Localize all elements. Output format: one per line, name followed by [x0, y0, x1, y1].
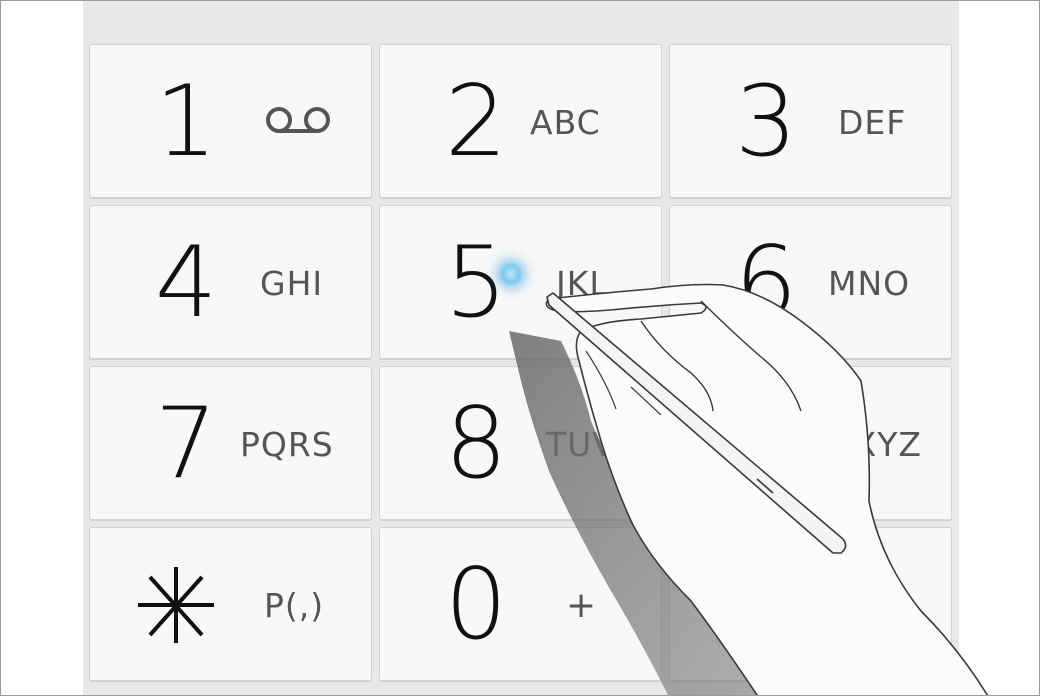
- key-letters: MNO: [828, 264, 911, 303]
- key-6[interactable]: 6 MNO: [669, 205, 952, 359]
- key-4[interactable]: 4 GHI: [89, 205, 372, 359]
- screen-frame: 1 2 ABC 3 DEF 4 GHI 5 JKL 6 MNO 7 PQRS 8…: [0, 0, 1040, 696]
- key-digit: 5: [444, 226, 507, 340]
- key-letters: PQRS: [240, 425, 334, 464]
- key-digit: 0: [444, 548, 507, 662]
- key-letters: P(,): [264, 586, 325, 625]
- key-digit: 8: [444, 387, 507, 501]
- dialpad-keypad: 1 2 ABC 3 DEF 4 GHI 5 JKL 6 MNO 7 PQRS 8…: [89, 44, 953, 681]
- key-hash[interactable]: [669, 527, 952, 681]
- hash-icon: [726, 571, 794, 649]
- key-digit: 3: [734, 65, 797, 179]
- key-2[interactable]: 2 ABC: [379, 44, 662, 198]
- key-digit: 1: [154, 65, 217, 179]
- key-letters: JKL: [556, 264, 609, 303]
- key-letters: DEF: [838, 103, 907, 142]
- pen-tap-indicator: [498, 261, 524, 287]
- key-letters: TUV: [546, 425, 616, 464]
- key-9[interactable]: 9 WXYZ: [669, 366, 952, 520]
- key-letters: ABC: [530, 103, 601, 142]
- key-8[interactable]: 8 TUV: [379, 366, 662, 520]
- key-7[interactable]: 7 PQRS: [89, 366, 372, 520]
- key-digit: 9: [734, 387, 797, 501]
- key-letters: WXYZ: [820, 425, 923, 464]
- key-star[interactable]: P(,): [89, 527, 372, 681]
- key-3[interactable]: 3 DEF: [669, 44, 952, 198]
- voicemail-icon: [266, 107, 330, 133]
- key-1[interactable]: 1: [89, 44, 372, 198]
- asterisk-icon: [138, 567, 214, 643]
- key-digit: 4: [154, 226, 217, 340]
- key-letters: GHI: [260, 264, 324, 303]
- key-digit: 7: [154, 387, 217, 501]
- key-digit: 2: [444, 65, 507, 179]
- mute-icon: [842, 588, 884, 624]
- key-letters: +: [566, 585, 598, 626]
- key-digit: 6: [734, 226, 797, 340]
- key-0[interactable]: 0 +: [379, 527, 662, 681]
